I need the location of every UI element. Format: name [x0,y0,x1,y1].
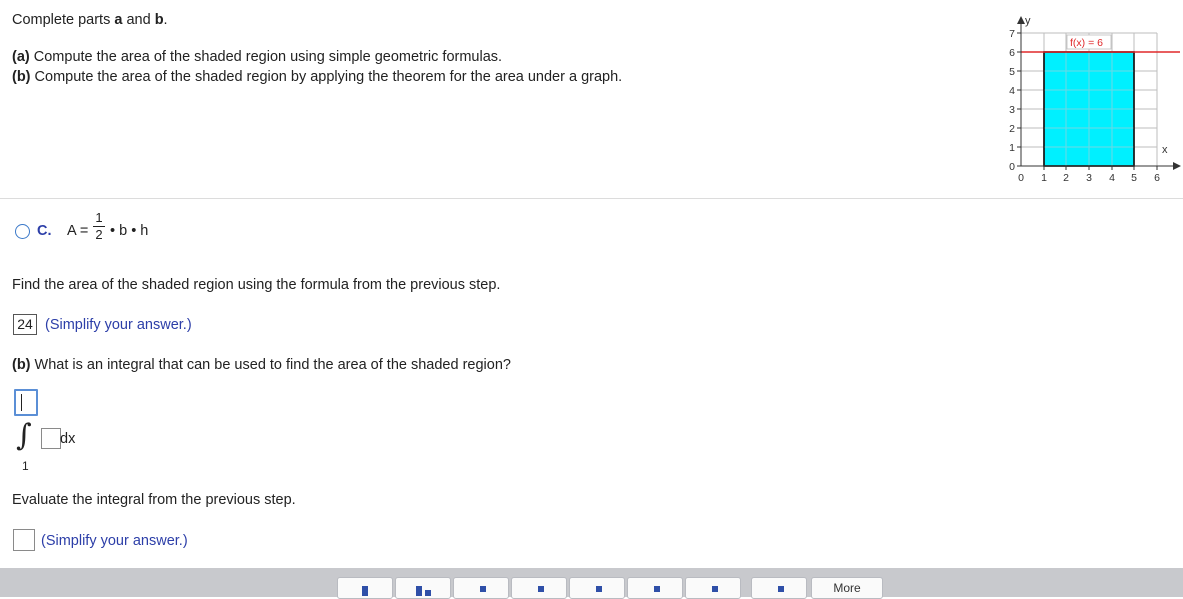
intro-text: Complete parts a and b. [12,12,168,28]
x-tick-label: 6 [1154,172,1160,184]
nth-root-icon [653,586,660,592]
part-a-instruction: (a) Compute the area of the shaded regio… [12,49,502,65]
parentheses-icon [777,586,784,592]
text-caret [21,394,22,411]
step2-question: (b) What is an integral that can be used… [12,357,511,373]
intro-and: and [122,12,155,28]
integral-sign: ∫ [16,418,32,453]
mixed-number-icon [415,586,422,596]
integrand-input[interactable] [41,428,61,449]
square-root-icon [595,586,602,592]
y-tick-label: 5 [1009,66,1015,78]
x-tick-label: 5 [1131,172,1137,184]
x-axis-label: x [1162,144,1168,156]
upper-limit-input[interactable] [14,389,38,416]
y-tick-label: 4 [1009,85,1015,97]
option-c-fraction: 1 2 [93,211,105,242]
function-graph: 7 6 5 4 3 2 1 0 0 1 2 3 4 5 6 y x f(x) =… [1009,15,1181,184]
integral-value-input[interactable] [13,529,35,551]
step3-instruction: Evaluate the integral from the previous … [12,492,296,508]
intro-b: b [154,12,164,28]
nth-root-tool-button[interactable] [627,577,683,599]
y-axis-label: y [1025,15,1031,27]
more-label: More [833,581,861,595]
option-c-lhs: A = [67,223,89,239]
math-toolbar: More [0,568,1183,599]
section-divider [0,198,1183,199]
square-root-tool-button[interactable] [569,577,625,599]
absolute-value-icon [537,586,544,592]
part-b-text: Compute the area of the shaded region by… [30,69,623,85]
decimal-tool-button[interactable] [685,577,741,599]
y-tick-label: 1 [1009,142,1015,154]
option-c-rest: • b • h [110,223,149,239]
mixed-number-tool-button[interactable] [395,577,451,599]
x-tick-label: 3 [1086,172,1092,184]
intro-prefix: Complete parts [12,12,115,28]
fraction-tool-button[interactable] [337,577,393,599]
x-tick-label: 4 [1109,172,1115,184]
intro-period: . [163,12,168,28]
area-answer-box[interactable]: 24 [13,314,37,335]
x-tick-label: 1 [1041,172,1047,184]
dx-label: dx [60,431,76,447]
lower-limit: 1 [22,459,29,473]
x-axis-arrow-icon [1173,162,1181,170]
part-a-label: (a) [12,49,30,65]
part-b-instruction: (b) Compute the area of the shaded regio… [12,69,622,85]
x-tick-label: 0 [1018,172,1024,184]
y-tick-label: 0 [1009,161,1015,173]
option-c-letter: C. [37,223,52,239]
function-label: f(x) = 6 [1070,37,1103,49]
step2-label: (b) [12,357,31,373]
fraction-icon [362,586,368,596]
more-tools-button[interactable]: More [811,577,883,599]
x-tick-label: 2 [1063,172,1069,184]
step1-instruction: Find the area of the shaded region using… [12,277,501,293]
y-axis-arrow-icon [1017,16,1025,24]
interval-tool-button[interactable] [751,577,807,599]
y-tick-label: 2 [1009,123,1015,135]
fraction-denominator: 2 [95,227,103,242]
part-b-label: (b) [12,69,31,85]
part-a-text: Compute the area of the shaded region us… [29,49,503,65]
absolute-value-tool-button[interactable] [511,577,567,599]
step2-text: What is an integral that can be used to … [30,357,511,373]
y-tick-label: 3 [1009,104,1015,116]
fraction-numerator: 1 [95,210,103,225]
y-tick-label: 6 [1009,47,1015,59]
step1-hint: (Simplify your answer.) [45,317,192,333]
step3-hint: (Simplify your answer.) [41,533,188,549]
decimal-icon [711,586,718,592]
exponent-icon [479,586,486,592]
option-c-radio[interactable] [15,224,30,239]
y-tick-label: 7 [1009,28,1015,40]
exponent-tool-button[interactable] [453,577,509,599]
